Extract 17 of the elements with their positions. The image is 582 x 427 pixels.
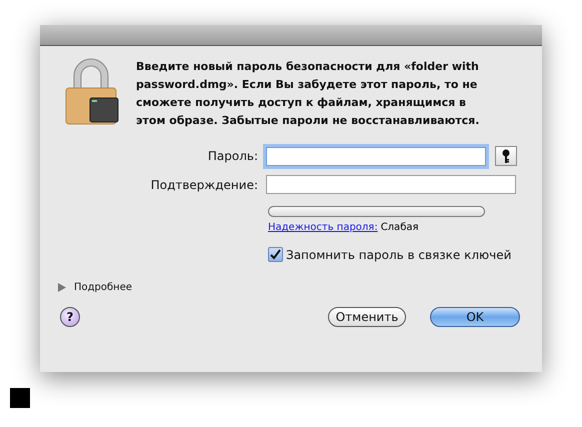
square-mark xyxy=(10,388,30,408)
field-label: Пароль: xyxy=(206,149,259,163)
cancel-button[interactable]: Отменить xyxy=(328,307,406,327)
password-field[interactable] xyxy=(266,146,486,166)
password-field[interactable] xyxy=(266,175,516,194)
ok-button[interactable]: OK xyxy=(430,307,520,327)
message-text: Введите новый пароль безопасности для «folder with password.dmg». Если Вы забудете этот пароль, то не сможете получить доступ к файлам, хранящимся в этом образе. Забытые пароли не восстанавливаются. xyxy=(136,59,480,129)
key-icon xyxy=(502,149,510,163)
details-label[interactable]: Подробнее xyxy=(74,282,132,293)
key-button[interactable] xyxy=(495,146,517,166)
checkbox[interactable] xyxy=(268,247,283,262)
checkbox-label[interactable]: Запомнить пароль в связке ключей xyxy=(286,248,512,262)
help-button[interactable]: ? xyxy=(60,307,80,327)
strength-link[interactable]: Надежность пароля: xyxy=(268,222,378,233)
field-label: Подтверждение: xyxy=(150,178,259,192)
disclosure-triangle-icon[interactable] xyxy=(58,283,66,292)
strength-value: Слабая xyxy=(380,222,418,233)
